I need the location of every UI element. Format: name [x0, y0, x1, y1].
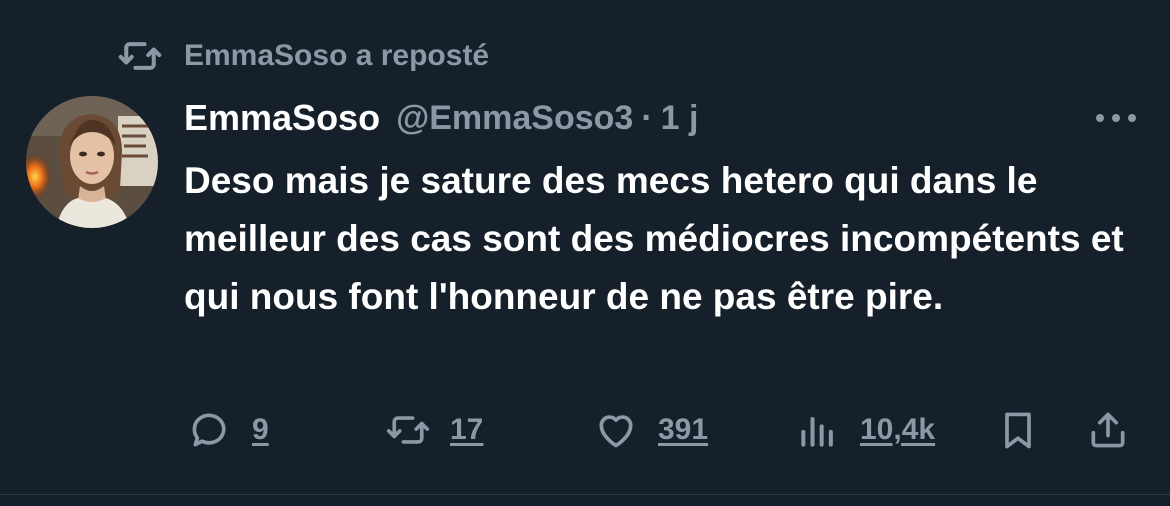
repost-count[interactable]: 17: [450, 413, 483, 447]
repost-indicator[interactable]: EmmaSoso a reposté: [118, 34, 489, 78]
bookmark-button[interactable]: [996, 404, 1040, 456]
separator-dot: ·: [641, 98, 653, 137]
tweet-header: EmmaSoso @EmmaSoso3 · 1 j: [184, 94, 698, 142]
like-icon: [599, 415, 633, 448]
reply-count[interactable]: 9: [252, 413, 269, 447]
repost-icon: [118, 42, 162, 70]
reply-button[interactable]: 9: [188, 404, 269, 456]
more-horizontal-icon: [1096, 114, 1136, 122]
action-bar: 9 17 391 10,4k: [184, 404, 1140, 456]
tweet-text: Deso mais je sature des mecs hetero qui …: [184, 160, 1124, 317]
reply-icon: [192, 413, 226, 447]
like-count[interactable]: 391: [658, 413, 708, 447]
tweet[interactable]: EmmaSoso a reposté EmmaSoso @EmmaSoso3 ·…: [0, 0, 1170, 506]
user-handle[interactable]: @EmmaSoso3: [396, 99, 633, 138]
views-count[interactable]: 10,4k: [860, 413, 935, 447]
bookmark-icon: [1005, 412, 1031, 449]
views-icon: [801, 416, 833, 447]
repost-label: EmmaSoso a reposté: [184, 39, 490, 72]
avatar-photo: [26, 96, 158, 228]
display-name[interactable]: EmmaSoso: [184, 97, 380, 139]
repost-button[interactable]: 17: [386, 404, 483, 456]
share-button[interactable]: [1086, 404, 1130, 456]
views-button[interactable]: 10,4k: [796, 404, 935, 456]
timestamp[interactable]: 1 j: [661, 99, 699, 138]
repost-icon: [386, 416, 430, 444]
like-button[interactable]: 391: [594, 404, 708, 456]
divider: [0, 494, 1170, 495]
more-options-button[interactable]: [1092, 98, 1140, 138]
share-icon: [1091, 412, 1125, 448]
avatar[interactable]: [26, 96, 158, 228]
